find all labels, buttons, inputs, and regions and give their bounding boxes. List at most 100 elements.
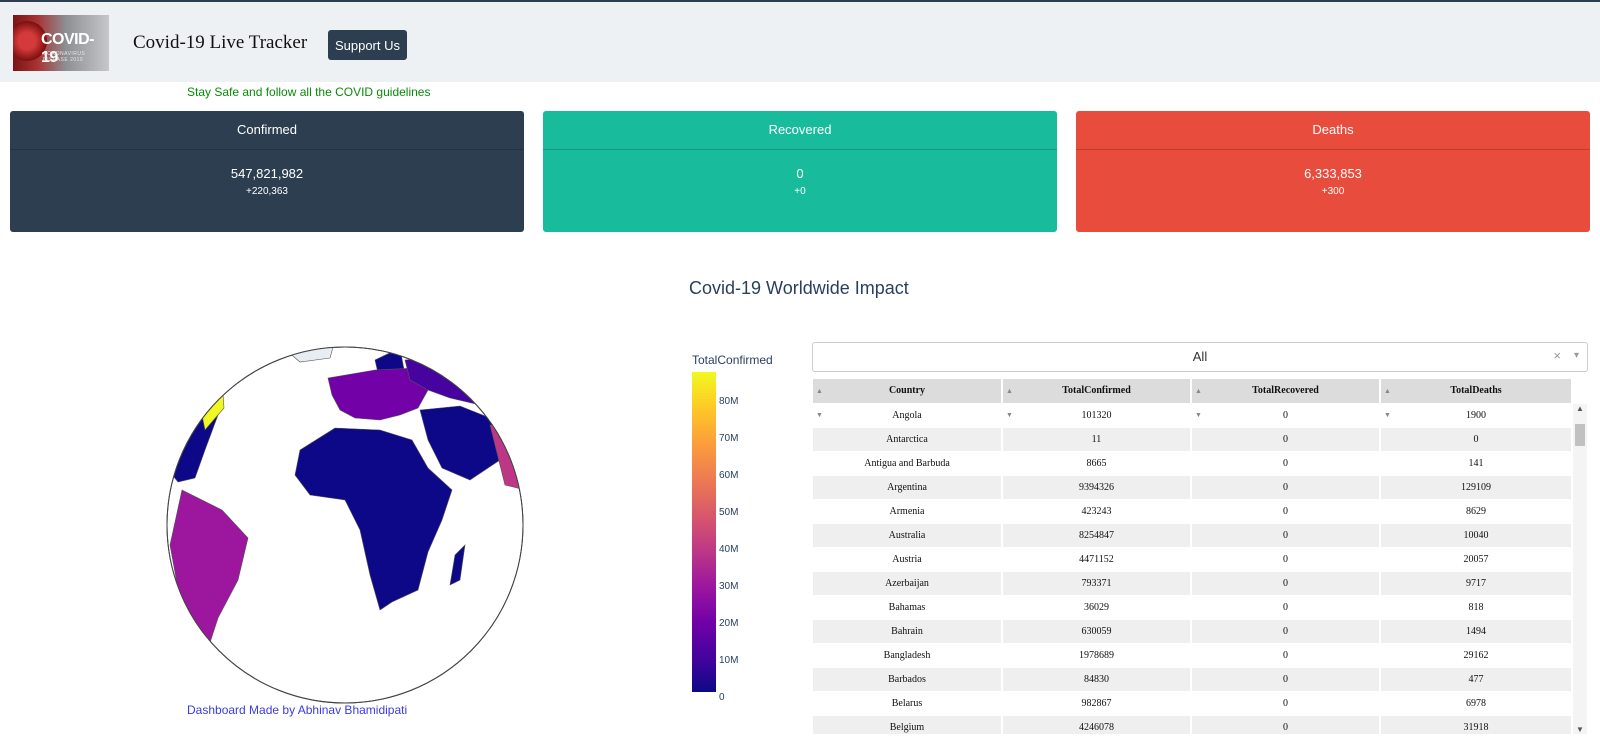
table-row[interactable]: Australia 8254847 0 10040 <box>813 524 1573 547</box>
covid-logo: COVID-19 CORONAVIRUS DISEASE 2019 <box>13 15 109 71</box>
table-body[interactable]: Angola 101320 0 1900 Antarctica 11 0 0 Antigua a… <box>813 404 1573 734</box>
clear-icon[interactable]: × <box>1553 348 1561 363</box>
deaths-delta: +300 <box>1321 186 1345 197</box>
support-us-button[interactable]: Support Us <box>328 30 407 60</box>
colorbar-title: TotalConfirmed <box>692 353 773 367</box>
table-cell: 0 <box>1283 458 1288 469</box>
table-row[interactable]: Argentina 9394326 0 129109 <box>813 476 1573 499</box>
table-cell: 129109 <box>1381 476 1571 499</box>
recovered-delta: +0 <box>794 186 806 197</box>
table-cell: 0 <box>1283 698 1288 709</box>
table-scrollbar[interactable]: ▲ ▼ <box>1573 404 1587 734</box>
table-cell: 0 <box>1283 506 1288 517</box>
table-cell: Argentina <box>813 476 1001 499</box>
table-cell: 1494 <box>1381 620 1571 643</box>
table-cell: 0 <box>1192 524 1379 547</box>
table-cell: 36029 <box>1084 602 1109 613</box>
navbar: COVID-19 CORONAVIRUS DISEASE 2019 Covid-… <box>0 2 1600 82</box>
country-filter-dropdown[interactable]: All × ▾ <box>812 342 1588 372</box>
table-cell: 31918 <box>1381 716 1571 734</box>
table-row[interactable]: Belgium 4246078 0 31918 <box>813 716 1573 734</box>
colorbar-tick: 40M <box>719 544 739 555</box>
table-cell: 0 <box>1192 668 1379 691</box>
scroll-thumb[interactable] <box>1575 424 1585 446</box>
table-cell: Belarus <box>891 698 923 709</box>
column-header-label: TotalDeaths <box>1450 385 1502 396</box>
table-cell: 11 <box>1003 428 1190 451</box>
colorbar-tick: 50M <box>719 507 739 518</box>
table-cell: 29162 <box>1463 650 1489 661</box>
table-cell: 20057 <box>1463 554 1489 565</box>
colorbar-tick: 80M <box>719 396 739 407</box>
table-cell: 101320 <box>1081 410 1112 421</box>
dropdown-value: All <box>1192 349 1208 364</box>
column-header-country[interactable]: ▲ ▼ Country <box>813 379 1001 419</box>
recovered-label: Recovered <box>543 111 1057 150</box>
world-globe-map[interactable] <box>160 340 530 710</box>
credit-text: Dashboard Made by Abhinav Bhamidipati <box>187 703 408 717</box>
column-header-totalconfirmed[interactable]: ▲ ▼ TotalConfirmed <box>1003 379 1190 419</box>
table-cell: Austria <box>892 554 922 565</box>
table-cell: 4471152 <box>1079 554 1114 565</box>
column-header-label: TotalRecovered <box>1252 385 1319 396</box>
table-cell: 1900 <box>1466 410 1486 421</box>
table-cell: 6978 <box>1466 698 1486 709</box>
table-cell: Antigua and Barbuda <box>864 458 950 469</box>
chevron-down-icon[interactable]: ▾ <box>1574 350 1579 361</box>
table-cell: 818 <box>1468 602 1484 613</box>
table-row[interactable]: Angola 101320 0 1900 <box>813 404 1573 427</box>
logo-subtext: CORONAVIRUS DISEASE 2019 <box>43 51 86 63</box>
column-header-label: TotalConfirmed <box>1062 385 1131 396</box>
colorbar-tick: 0 <box>719 692 725 703</box>
table-cell: Azerbaijan <box>813 572 1001 595</box>
recovered-card: Recovered 0 +0 <box>543 111 1057 232</box>
table-cell: Angola <box>892 410 922 421</box>
table-cell: 0 <box>1283 410 1288 421</box>
deaths-label: Deaths <box>1076 111 1590 150</box>
confirmed-card: Confirmed 547,821,982 +220,363 <box>10 111 524 232</box>
table-row[interactable]: Barbados 84830 0 477 <box>813 668 1573 691</box>
column-header-label: Country <box>888 385 926 396</box>
table-row[interactable]: Armenia 423243 0 8629 <box>813 500 1573 523</box>
scroll-down-icon[interactable]: ▼ <box>1573 725 1587 734</box>
column-header-totaldeaths[interactable]: ▲ ▼ TotalDeaths <box>1381 379 1571 419</box>
table-cell: 8629 <box>1466 506 1486 517</box>
table-row[interactable]: Antigua and Barbuda 8665 0 141 <box>813 452 1573 475</box>
table-cell: 9394326 <box>1003 476 1190 499</box>
colorbar <box>692 372 716 692</box>
table-row[interactable]: Belarus 982867 0 6978 <box>813 692 1573 715</box>
table-row[interactable]: Azerbaijan 793371 0 9717 <box>813 572 1573 595</box>
table-cell: 8665 <box>1086 458 1107 469</box>
table-cell: Bahrain <box>813 620 1001 643</box>
table-row[interactable]: Antarctica 11 0 0 <box>813 428 1573 451</box>
table-cell: 0 <box>1192 476 1379 499</box>
table-cell: 0 <box>1283 554 1288 565</box>
table-cell: 0 <box>1192 572 1379 595</box>
table-cell: 0 <box>1283 650 1288 661</box>
table-cell: Belgium <box>813 716 1001 734</box>
deaths-card: Deaths 6,333,853 +300 <box>1076 111 1590 232</box>
tagline: Stay Safe and follow all the COVID guide… <box>187 85 431 99</box>
table-cell: 4246078 <box>1003 716 1190 734</box>
table-row[interactable]: Bahamas 36029 0 818 <box>813 596 1573 619</box>
table-row[interactable]: Bahrain 630059 0 1494 <box>813 620 1573 643</box>
table-row[interactable]: Austria 4471152 0 20057 <box>813 548 1573 571</box>
colorbar-tick: 60M <box>719 470 739 481</box>
table-row[interactable]: Bangladesh 1978689 0 29162 <box>813 644 1573 667</box>
column-header-totalrecovered[interactable]: ▲ ▼ TotalRecovered <box>1192 379 1379 419</box>
colorbar-tick: 30M <box>719 581 739 592</box>
table-cell: 0 <box>1283 602 1288 613</box>
table-cell: 982867 <box>1081 698 1112 709</box>
colorbar-tick: 20M <box>719 618 739 629</box>
table-cell: 1978689 <box>1079 650 1114 661</box>
table-cell: 0 <box>1192 428 1379 451</box>
table-cell: 423243 <box>1081 506 1112 517</box>
confirmed-delta: +220,363 <box>246 186 288 197</box>
table-cell: 0 <box>1192 716 1379 734</box>
table-cell: 630059 <box>1003 620 1190 643</box>
recovered-value: 0 <box>796 166 804 181</box>
table-cell: 10040 <box>1381 524 1571 547</box>
scroll-up-icon[interactable]: ▲ <box>1573 404 1587 413</box>
colorbar-tick: 70M <box>719 433 739 444</box>
table-cell: 477 <box>1381 668 1571 691</box>
